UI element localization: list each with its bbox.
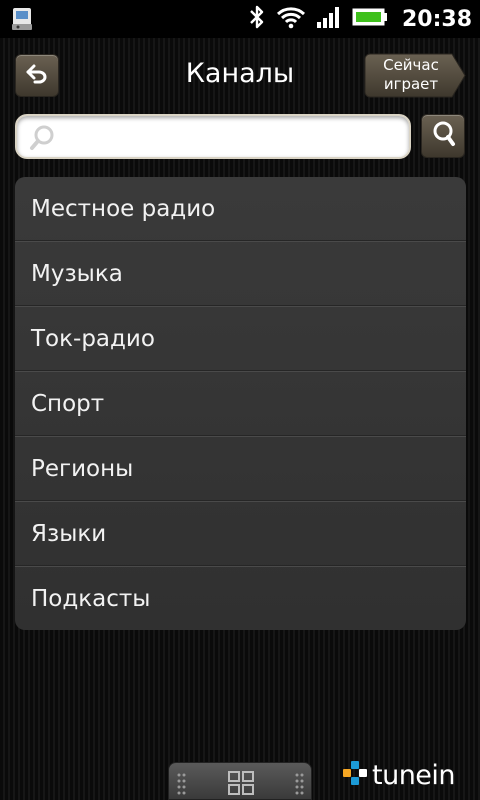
- search-input[interactable]: [63, 122, 393, 152]
- category-list: Местное радио Музыка Ток-радио Спорт Рег…: [15, 177, 466, 630]
- list-item-talk-radio[interactable]: Ток-радио: [15, 307, 466, 372]
- menu-handle[interactable]: [168, 762, 312, 800]
- tunein-logo: tunein: [342, 758, 456, 792]
- status-bar: 20:38: [0, 0, 480, 38]
- clock: 20:38: [401, 6, 472, 32]
- back-button[interactable]: [15, 54, 59, 97]
- list-item-local-radio[interactable]: Местное радио: [15, 177, 466, 242]
- bluetooth-icon: [248, 4, 266, 34]
- back-arrow-icon: [26, 64, 48, 88]
- page-title: Каналы: [185, 58, 295, 89]
- wifi-icon: [276, 5, 306, 33]
- now-playing-button[interactable]: Сейчас играет: [364, 53, 466, 98]
- list-item-sports[interactable]: Спорт: [15, 372, 466, 437]
- list-item-languages[interactable]: Языки: [15, 502, 466, 567]
- search-field[interactable]: [15, 114, 411, 159]
- list-item-regions[interactable]: Регионы: [15, 437, 466, 502]
- tunein-logo-icon: [342, 760, 368, 790]
- search-icon: [430, 120, 456, 152]
- list-item-music[interactable]: Музыка: [15, 242, 466, 307]
- now-playing-label: Сейчас играет: [383, 56, 439, 93]
- tunein-wordmark: tunein: [372, 759, 456, 791]
- grid-icon: [227, 770, 255, 800]
- signal-icon: [316, 5, 342, 33]
- search-button[interactable]: [421, 114, 465, 158]
- list-item-podcasts[interactable]: Подкасты: [15, 567, 466, 630]
- battery-icon: [352, 6, 388, 32]
- magnifier-icon: [29, 123, 57, 155]
- app-notification-icon: [10, 6, 34, 32]
